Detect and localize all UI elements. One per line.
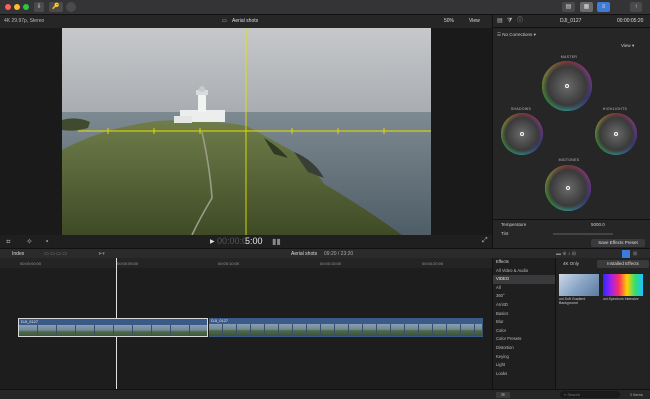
speed-icon[interactable]: ◔ bbox=[44, 237, 49, 246]
format-label: 4K 29.97p, Stereo bbox=[4, 18, 45, 24]
category-item-selected[interactable]: VIDEO bbox=[493, 275, 555, 284]
title-bar: ⇩ 🔑 ▤ ▦ ≡ ↑ bbox=[0, 0, 650, 15]
category-item[interactable]: 360° bbox=[493, 292, 555, 301]
key-icon: 🔑 bbox=[52, 4, 60, 10]
timeline-icon: ▦ bbox=[583, 4, 590, 10]
temperature-label: Temperature bbox=[501, 222, 527, 227]
effect-thumb-spectrum[interactable] bbox=[603, 274, 643, 296]
clip-icon: ▭ bbox=[222, 18, 227, 24]
show-browser-button[interactable]: ▤ bbox=[562, 2, 575, 12]
timecode: 5:00 bbox=[245, 236, 263, 246]
category-item[interactable]: Arri4D bbox=[493, 301, 555, 310]
enhance-icon[interactable]: ✧ bbox=[26, 237, 33, 246]
tint-slider[interactable] bbox=[553, 233, 613, 235]
4k-only-filter[interactable]: 4K Only bbox=[563, 261, 579, 266]
show-timeline-button[interactable]: ▦ bbox=[580, 2, 593, 12]
clip-filmstrip bbox=[19, 325, 207, 336]
info-inspector-icon[interactable]: ⓘ bbox=[517, 15, 523, 28]
inspector-icon: ≡ bbox=[601, 4, 606, 10]
inspector-view-popup[interactable]: View ▾ bbox=[621, 43, 634, 49]
timecode-dim: 00:00:0 bbox=[217, 236, 248, 246]
wheel-label-master: MASTER bbox=[560, 55, 578, 59]
effects-search-input[interactable]: ⌕ Search bbox=[560, 391, 620, 398]
zoom-popup[interactable]: 50% bbox=[444, 15, 454, 28]
effect-thumb-gradient[interactable] bbox=[559, 274, 599, 296]
import-button[interactable]: ⇩ bbox=[34, 2, 44, 12]
effects-browser: Effects All Video & Audio VIDEO All 360°… bbox=[492, 258, 650, 399]
show-inspector-button[interactable]: ≡ bbox=[597, 2, 610, 12]
category-item[interactable]: All Video & Audio bbox=[493, 267, 555, 276]
transform-icon[interactable]: ⌗ bbox=[6, 237, 11, 247]
effect-name: uni.Soft Gradient Background bbox=[559, 297, 586, 305]
play-icon[interactable]: ▶ bbox=[210, 238, 215, 245]
temperature-value[interactable]: 5000.0 bbox=[591, 222, 605, 227]
browser-icon: ▤ bbox=[565, 4, 572, 10]
viewer-clip-name: Aerial shots bbox=[232, 18, 259, 24]
viewer-view-popup[interactable]: View bbox=[469, 15, 480, 28]
import-icon: ⇩ bbox=[36, 4, 42, 10]
background-tasks-button[interactable] bbox=[66, 2, 76, 12]
master-color-wheel[interactable] bbox=[542, 61, 592, 111]
shadows-color-wheel[interactable] bbox=[501, 113, 543, 155]
keywords-button[interactable]: 🔑 bbox=[49, 2, 63, 12]
aerial-lighthouse-image bbox=[62, 28, 431, 235]
inspector-duration: 00:00:05:20 bbox=[617, 18, 644, 24]
category-item[interactable]: Distortion bbox=[493, 344, 555, 353]
inspector-view-label: View bbox=[621, 43, 631, 48]
video-inspector-icon[interactable]: ▤ bbox=[497, 15, 503, 28]
close-window-button[interactable] bbox=[5, 4, 11, 10]
ruler-tick: 00:00:00:00 bbox=[20, 261, 42, 266]
category-item[interactable]: Blur bbox=[493, 318, 555, 327]
ruler-tick: 00:00:05:00 bbox=[117, 261, 139, 266]
status-bar: ⊞ ⌕ Search 2 items bbox=[0, 389, 650, 399]
timeline-clip[interactable]: DJI_0127 bbox=[209, 318, 483, 337]
installed-effects-popup[interactable]: Installed Effects bbox=[597, 260, 649, 268]
effects-header: Effects bbox=[496, 259, 509, 264]
inspector-clip-name: DJI_0127 bbox=[560, 18, 582, 24]
midtones-color-wheel[interactable] bbox=[545, 165, 591, 211]
clip-label: DJI_0127 bbox=[21, 319, 39, 324]
transport-bar: ⌗ ✧ ◔ ▶ 00:00:0 5:00 ▮▮ ⤢ bbox=[0, 235, 492, 248]
highlights-color-wheel[interactable] bbox=[595, 113, 637, 155]
effects-view-toggle[interactable]: ⊞ bbox=[496, 392, 510, 398]
clip-filmstrip bbox=[209, 324, 483, 336]
share-button[interactable]: ↑ bbox=[630, 2, 642, 12]
category-item[interactable]: Color bbox=[493, 327, 555, 336]
wheel-label-shadows: SHADOWS bbox=[510, 107, 532, 111]
minimize-window-button[interactable] bbox=[14, 4, 20, 10]
category-item[interactable]: Light bbox=[493, 361, 555, 370]
corrections-label: No Corrections bbox=[502, 32, 533, 37]
category-item[interactable]: Keying bbox=[493, 353, 555, 362]
corrections-popup[interactable]: ☰ No Corrections ▾ bbox=[497, 32, 536, 38]
viewer-toolbar: 4K 29.97p, Stereo ▭ Aerial shots 50% Vie… bbox=[0, 15, 492, 28]
fullscreen-icon[interactable]: ⤢ bbox=[482, 237, 488, 245]
tint-label: Tint bbox=[501, 231, 509, 236]
wheel-label-highlights: HIGHLIGHTS bbox=[602, 107, 628, 111]
ruler-tick: 00:00:20:00 bbox=[422, 261, 444, 266]
timeline-header: Index ▭ ▭ ▭ ▭ ➤▾ Aerial shots 09:20 / 23… bbox=[0, 248, 650, 258]
effects-browser-icon[interactable] bbox=[622, 250, 630, 258]
ruler-tick: 00:00:15:00 bbox=[320, 261, 342, 266]
effects-count: 2 items bbox=[630, 392, 643, 397]
wheel-label-midtones: MIDTONES bbox=[558, 158, 580, 162]
timeline-ruler[interactable]: 00:00:00:00 00:00:05:00 00:00:10:00 00:0… bbox=[0, 258, 492, 268]
category-item[interactable]: Color Presets bbox=[493, 335, 555, 344]
save-effects-preset-button[interactable]: Save Effects Preset bbox=[591, 239, 645, 247]
color-inspector: ▤ ⧩ ⓘ DJI_0127 00:00:05:20 ☰ No Correcti… bbox=[492, 15, 650, 248]
category-item[interactable]: Looks bbox=[493, 370, 555, 379]
category-item[interactable]: All bbox=[493, 284, 555, 293]
filter-inspector-icon[interactable]: ⧩ bbox=[507, 15, 512, 28]
clip-label: DJI_0127 bbox=[211, 318, 229, 323]
ruler-tick: 00:00:10:00 bbox=[218, 261, 240, 266]
video-frame bbox=[62, 28, 431, 235]
audio-meter-icon: ▮▮ bbox=[272, 237, 281, 246]
zoom-window-button[interactable] bbox=[23, 4, 29, 10]
timeline-clip-selected[interactable]: DJI_0127 bbox=[18, 318, 208, 337]
category-item[interactable]: Basics bbox=[493, 310, 555, 319]
effect-name: uni.Spectrum Intensive bbox=[603, 297, 639, 301]
search-placeholder: Search bbox=[567, 392, 581, 397]
